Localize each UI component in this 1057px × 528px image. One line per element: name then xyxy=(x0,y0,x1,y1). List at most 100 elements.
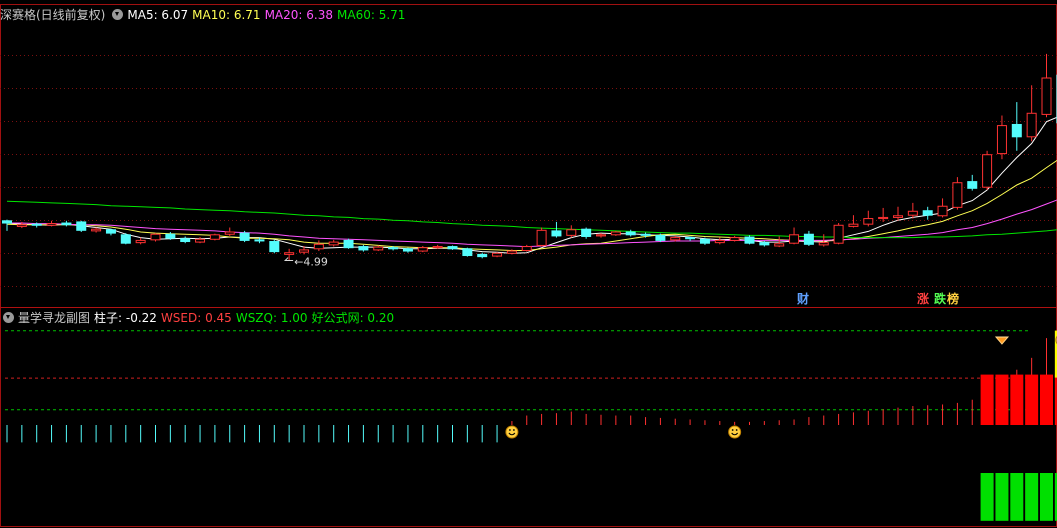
stacked-green-block xyxy=(1025,473,1039,521)
event-stamps: 财 涨 跌 榜 xyxy=(0,292,1057,308)
stacked-red-block xyxy=(980,374,994,425)
candle-body xyxy=(714,239,725,244)
candle-body xyxy=(76,221,87,231)
candle-body xyxy=(1011,123,1022,138)
main-chart-header: 深赛格(日线前复权) MA5: 6.07 MA10: 6.71 MA20: 6.38 M… xyxy=(0,6,409,24)
candle-body xyxy=(16,224,27,227)
candle-body xyxy=(358,246,369,251)
candle-body xyxy=(818,242,829,246)
candle-body xyxy=(996,125,1007,155)
candle-body xyxy=(937,205,948,217)
candle-body xyxy=(299,249,309,253)
sub-indicator-title: 量学寻龙副图 xyxy=(18,311,91,325)
candle-body xyxy=(239,232,250,241)
candle-body xyxy=(625,231,636,236)
ma-line-ma20 xyxy=(7,199,1057,248)
haogongshi-legend: 好公式网: 0.20 xyxy=(311,311,395,325)
candle-body xyxy=(789,234,800,244)
candle-body xyxy=(209,234,220,240)
candle-body xyxy=(521,246,532,251)
candle-body xyxy=(536,229,547,246)
candle-body xyxy=(506,250,517,254)
candle-body xyxy=(224,231,235,235)
ma60-legend: MA60: 5.71 xyxy=(337,8,406,22)
smiley-eye xyxy=(731,429,734,431)
stacked-green-block xyxy=(1040,473,1053,521)
candle-body xyxy=(551,230,562,237)
stacked-red-block xyxy=(1010,374,1024,425)
candle-body xyxy=(432,246,443,249)
candle-body xyxy=(566,229,577,236)
candle-body xyxy=(848,223,859,227)
candle-body xyxy=(180,238,191,243)
stamp-zhang[interactable]: 涨 xyxy=(917,292,929,306)
candle-body xyxy=(610,231,621,236)
candle-body xyxy=(269,241,280,253)
candle-body xyxy=(165,233,176,239)
candle-body xyxy=(982,154,993,188)
diamond-icon xyxy=(994,336,1010,345)
candle-body xyxy=(803,233,814,245)
candle-body xyxy=(699,238,710,244)
stamp-die[interactable]: 跌 xyxy=(934,292,946,306)
stacked-red-block xyxy=(1025,374,1039,425)
candle-body xyxy=(343,239,354,249)
candle-body xyxy=(863,218,874,225)
candle-body xyxy=(581,228,592,237)
candle-body xyxy=(492,252,503,257)
candle-body xyxy=(284,252,295,255)
smiley-eye xyxy=(735,429,738,431)
candle-body xyxy=(640,233,651,236)
chart-frame xyxy=(0,4,1057,527)
ma-line-ma10 xyxy=(6,159,1057,251)
candle-body xyxy=(655,234,666,241)
ma20-legend: MA20: 6.38 xyxy=(264,8,333,22)
chart-canvas: 8.96←4.99$ xyxy=(0,4,1057,527)
candle-body xyxy=(313,243,324,250)
candle-body xyxy=(254,239,265,242)
stacked-green-block xyxy=(995,473,1009,521)
candle-body xyxy=(402,248,413,252)
candle-body xyxy=(31,223,42,226)
smiley-eye xyxy=(509,429,511,431)
candle-body xyxy=(893,215,903,218)
zhuzi-legend: 柱子: -0.22 xyxy=(94,311,157,325)
ma-line-ma60 xyxy=(6,200,1057,239)
candle-body xyxy=(878,216,889,220)
candle-body xyxy=(120,234,131,244)
candle-body xyxy=(135,239,146,244)
candle-body xyxy=(729,237,740,241)
candle-body xyxy=(1026,112,1037,138)
sub-chart-header: 量学寻龙副图 柱子: -0.22 WSED: 0.45 WSZQ: 1.00 好公式网:… xyxy=(0,309,398,327)
smiley-icon xyxy=(728,425,742,439)
ma5-legend: MA5: 6.07 xyxy=(127,8,189,22)
candle-body xyxy=(2,220,12,224)
candle-body xyxy=(596,234,606,237)
stamp-cai[interactable]: 财 xyxy=(797,292,809,306)
candle-body xyxy=(774,243,785,247)
candle-body xyxy=(91,228,102,232)
stacked-green-block xyxy=(1010,473,1024,521)
smiley-icon xyxy=(505,425,519,439)
candle-body xyxy=(328,241,339,246)
stacked-green-block xyxy=(980,473,994,521)
candle-body xyxy=(417,247,428,252)
sub-indicator-menu-icon[interactable] xyxy=(3,312,14,323)
low-value-label: ←4.99 xyxy=(294,256,328,269)
candle-body xyxy=(833,224,844,244)
candle-body xyxy=(388,247,399,250)
candle-body xyxy=(195,238,206,243)
candle-body xyxy=(1041,77,1052,115)
smiley-eye xyxy=(513,429,515,431)
candle-body xyxy=(46,223,57,226)
candle-body xyxy=(150,233,161,241)
candle-body xyxy=(759,242,770,246)
chart-window: 8.96←4.99$ 深赛格(日线前复权) MA5: 6.07MA10: 6.71… xyxy=(0,0,1057,528)
candle-body xyxy=(952,182,963,208)
stamp-bang[interactable]: 榜 xyxy=(947,292,959,306)
indicator-menu-icon[interactable] xyxy=(112,9,124,20)
candle-body xyxy=(447,246,458,250)
candle-body xyxy=(105,229,116,234)
candle-body xyxy=(670,237,681,241)
ma-line-ma5 xyxy=(6,116,1057,254)
